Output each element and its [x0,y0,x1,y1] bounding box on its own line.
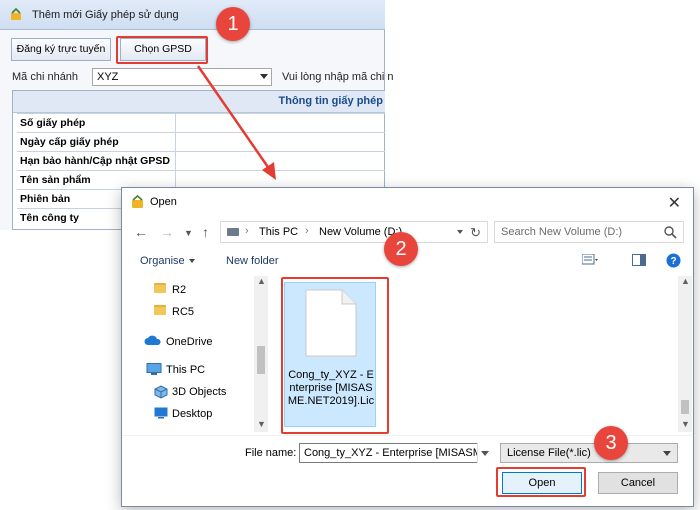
file-scrollbar[interactable]: ▲ ▼ [678,276,692,432]
file-type-select[interactable]: License File(*.lic) [500,443,678,463]
scroll-thumb[interactable] [681,400,689,414]
forward-arrow-icon[interactable]: → [160,224,174,240]
nav-item-onedrive[interactable]: OneDrive [122,332,262,352]
nav-item-this-pc[interactable]: This PC [122,360,262,380]
filename-label: File name: [245,447,297,459]
view-options-icon[interactable] [582,254,598,266]
highlight-license-file [281,277,389,434]
navigation-pane: R2 RC5 OneDrive This PC 3D Objects Deskt… [122,276,269,432]
address-bar[interactable]: › This PC › New Volume (D:) ↻ [220,221,488,243]
file-type-value: License File(*.lic) [507,447,591,459]
nav-item-label: This PC [166,364,206,376]
nav-item-r2[interactable]: R2 [122,280,262,300]
filename-value: Cong_ty_XYZ - Enterprise [MISASME.NET201… [304,447,490,459]
preview-pane-icon[interactable] [632,254,646,266]
close-icon[interactable]: ✕ [668,193,681,213]
nav-item-label: Desktop [172,408,213,420]
scroll-down-icon[interactable]: ▼ [681,419,690,429]
folder-icon [154,305,166,315]
desktop-icon [154,407,168,419]
navigation-scrollbar[interactable]: ▲ ▼ [254,276,268,432]
refresh-icon[interactable]: ↻ [470,225,481,241]
breadcrumb-this-pc[interactable]: This PC [259,226,298,238]
help-icon[interactable]: ? [666,253,681,268]
cancel-button[interactable]: Cancel [598,472,678,494]
scroll-up-icon[interactable]: ▲ [681,276,690,286]
dialog-title: Open [150,196,177,208]
filename-dropdown-icon[interactable] [477,443,491,463]
search-input[interactable]: Search New Volume (D:) [494,221,684,243]
dialog-titlebar: Open ✕ [122,188,693,216]
nav-item-rc5[interactable]: RC5 [122,302,262,322]
nav-item-label: OneDrive [166,336,213,348]
folder-icon [154,283,166,293]
cloud-icon [144,335,161,345]
computer-icon [146,363,162,375]
filename-input[interactable]: Cong_ty_XYZ - Enterprise [MISASME.NET201… [299,443,491,463]
scroll-thumb[interactable] [257,346,265,374]
new-folder-button[interactable]: New folder [226,255,279,267]
organise-button[interactable]: Organise [140,255,195,267]
chevron-down-icon[interactable]: ▼ [184,228,193,238]
organise-label: Organise [140,255,185,267]
nav-item-label: RC5 [172,306,195,318]
nav-item-3d-objects[interactable]: 3D Objects [122,382,262,402]
scroll-down-icon[interactable]: ▼ [257,419,266,429]
highlight-open-button [496,467,586,497]
computer-icon [227,228,239,236]
chevron-down-icon[interactable] [457,230,463,234]
svg-text:?: ? [670,256,676,267]
chevron-down-icon [188,259,195,264]
nav-item-label: R2 [172,284,187,296]
back-arrow-icon[interactable]: ← [134,224,148,240]
scroll-up-icon[interactable]: ▲ [257,276,266,286]
step-badge-3: 3 [594,426,628,460]
chevron-down-icon [663,451,671,456]
app-icon [132,195,143,208]
nav-item-label: 3D Objects [172,386,227,398]
search-placeholder: Search New Volume (D:) [501,226,623,238]
up-arrow-icon[interactable]: ↑ [202,224,209,240]
search-icon [664,226,677,239]
nav-item-desktop[interactable]: Desktop [122,404,262,424]
cube-icon [154,385,168,399]
step-badge-2: 2 [384,232,418,266]
